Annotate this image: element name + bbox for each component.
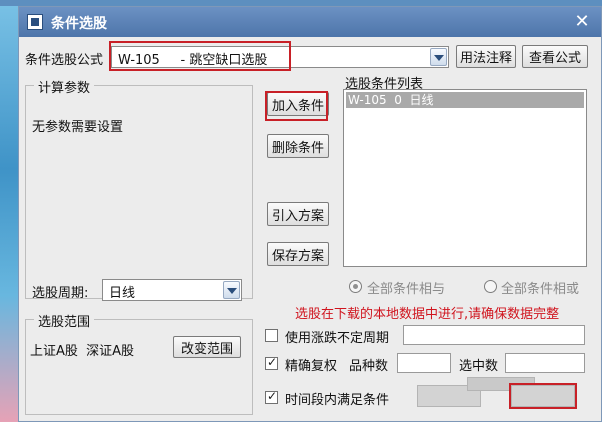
exact-restore-label: 精确复权 [285,359,338,374]
period-select[interactable]: 日线 [102,279,242,301]
app-icon [27,14,43,30]
stock-screening-dialog: 条件选股 ✕ 条件选股公式 W-105 - 跳空缺口选股 用法注释 查看公式 计… [18,6,602,422]
time-range-checkbox[interactable] [265,389,278,404]
highlight-add-condition [265,91,328,121]
selected-count-label: 选中数 [459,359,499,374]
condition-list[interactable]: W-105 0 日线 [343,89,587,267]
and-radio[interactable] [349,280,362,293]
calc-params-group: 计算参数 无参数需要设置 选股周期: 日线 [25,77,253,301]
usage-notes-button[interactable]: 用法注释 [456,45,516,68]
data-warning-text: 选股在下载的本地数据中进行,请确保数据完整 [295,307,560,322]
calc-params-title: 计算参数 [34,77,95,96]
period-label: 选股周期: [32,286,89,301]
list-item[interactable]: W-105 0 日线 [346,92,584,108]
close-icon[interactable]: ✕ [571,11,593,33]
highlight-bottom-button [509,383,577,409]
uncertain-period-checkbox[interactable] [265,329,278,342]
scope-value: 上证A股 深证A股 [30,344,135,359]
and-label: 全部条件相与 [367,282,446,297]
chevron-down-icon[interactable] [223,281,240,299]
scope-group: 选股范围 上证A股 深证A股 改变范围 [25,311,253,415]
variety-count-field [397,353,451,373]
title-bar[interactable]: 条件选股 ✕ [19,7,601,37]
variety-count-label: 品种数 [349,359,389,374]
highlight-formula [109,41,291,71]
formula-label: 条件选股公式 [25,53,104,68]
delete-condition-button[interactable]: 删除条件 [267,134,329,158]
uncertain-period-field[interactable] [403,325,585,345]
selected-count-field [505,353,585,373]
save-scheme-button[interactable]: 保存方案 [267,242,329,266]
change-scope-button[interactable]: 改变范围 [173,336,241,358]
uncertain-period-label: 使用涨跌不定周期 [285,331,390,346]
view-formula-button[interactable]: 查看公式 [522,45,588,68]
chevron-down-icon[interactable] [430,48,447,66]
or-label: 全部条件相或 [501,282,580,297]
period-value: 日线 [109,286,136,301]
window-title: 条件选股 [51,16,107,32]
scope-title: 选股范围 [34,311,95,330]
exact-restore-checkbox[interactable] [265,355,278,370]
no-params-text: 无参数需要设置 [32,120,124,135]
import-scheme-button[interactable]: 引入方案 [267,202,329,226]
time-range-label: 时间段内满足条件 [285,393,390,408]
or-radio[interactable] [484,280,497,293]
